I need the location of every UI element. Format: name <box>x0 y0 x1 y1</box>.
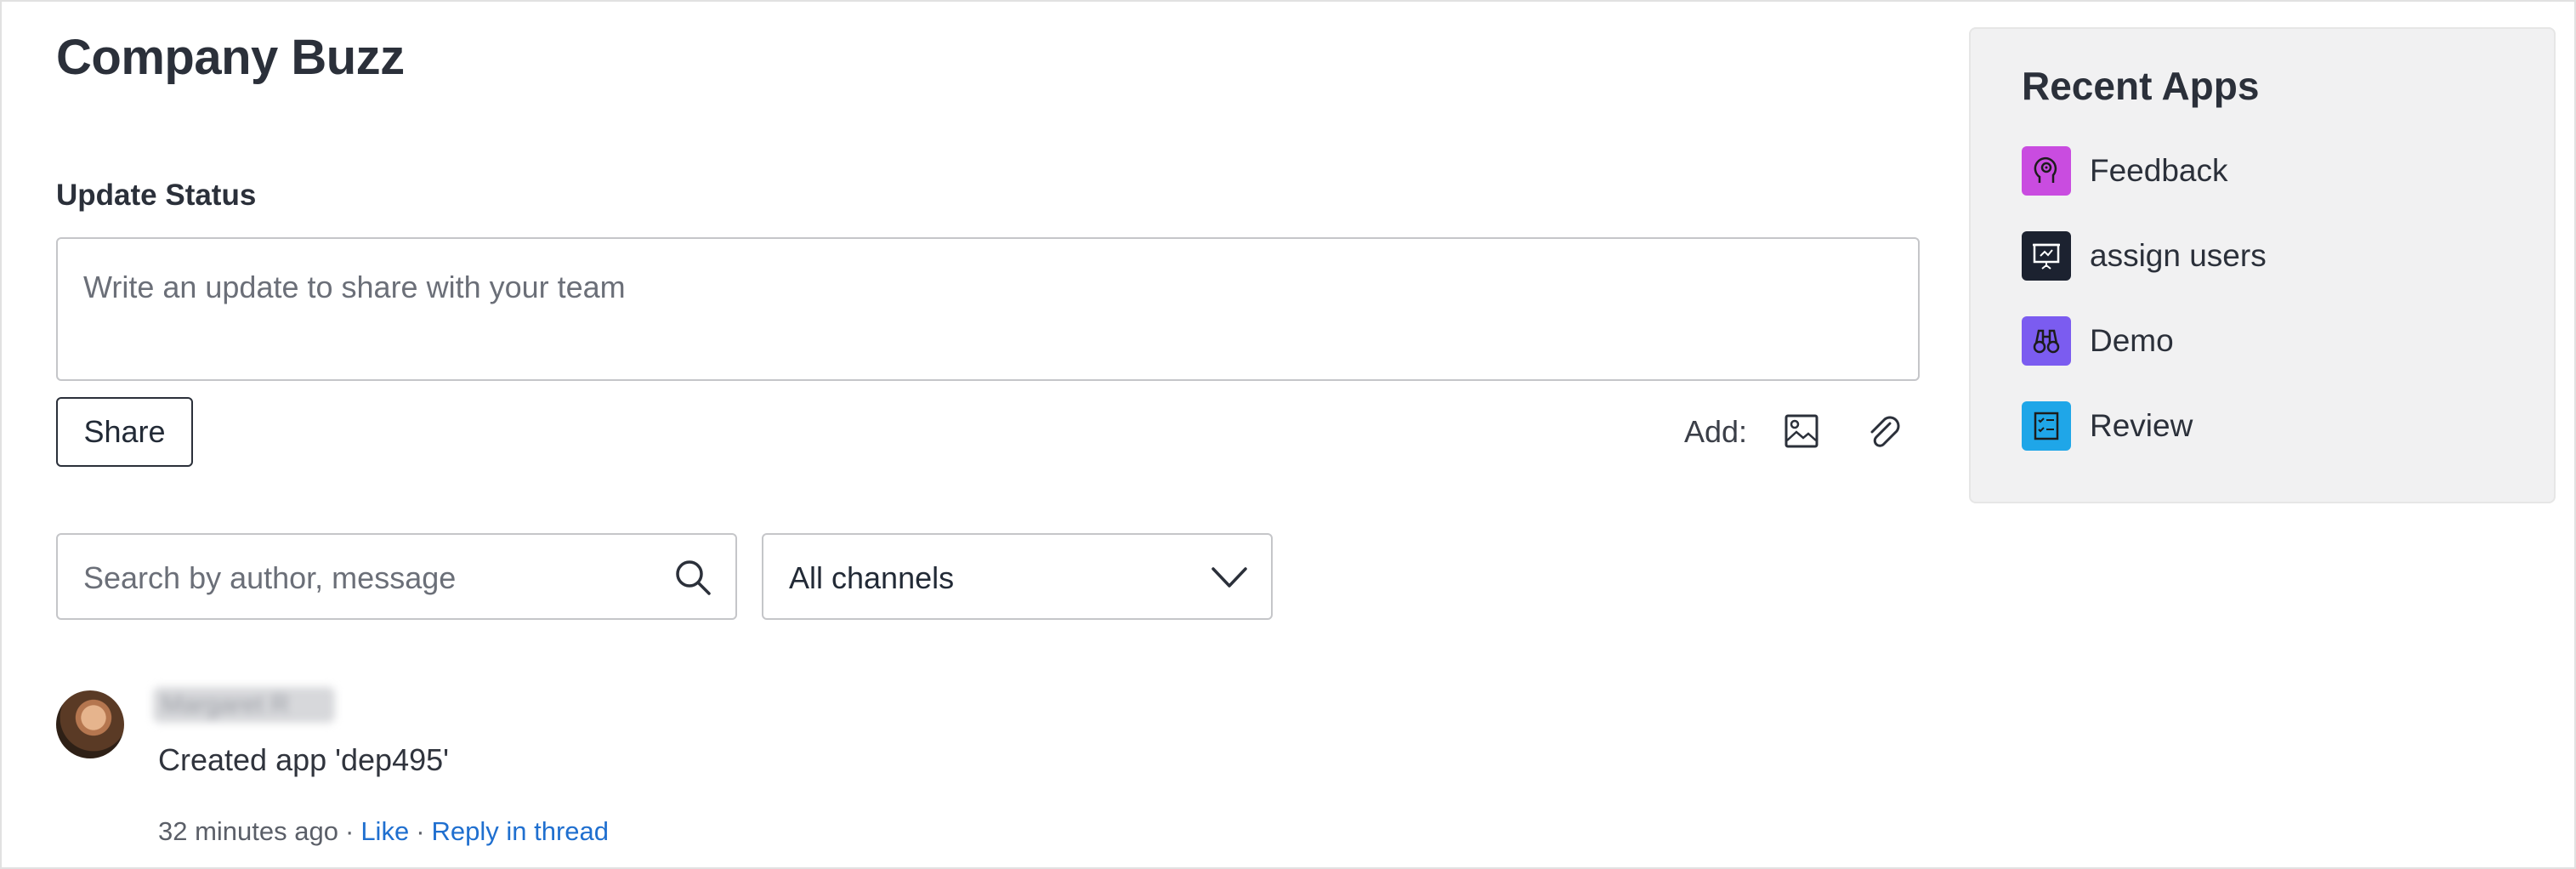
recent-app-feedback[interactable]: Feedback <box>2022 146 2228 196</box>
update-status-placeholder: Write an update to share with your team <box>83 270 626 304</box>
binoculars-icon <box>2022 316 2071 366</box>
like-link[interactable]: Like <box>360 816 409 846</box>
recent-app-label: Demo <box>2090 323 2174 358</box>
search-icon[interactable] <box>672 557 713 598</box>
post-time: 32 minutes ago <box>158 816 338 846</box>
reply-in-thread-link[interactable]: Reply in thread <box>432 816 610 846</box>
chevron-down-icon <box>1210 560 1249 594</box>
share-button[interactable]: Share <box>56 397 193 467</box>
add-image-icon[interactable] <box>1782 412 1821 451</box>
channel-select-value: All channels <box>789 560 955 595</box>
attachment-icon[interactable] <box>1864 412 1905 452</box>
checklist-icon <box>2022 401 2071 451</box>
post-text: Created app 'dep495' <box>158 742 450 777</box>
recent-app-label: Review <box>2090 408 2193 443</box>
page-title: Company Buzz <box>56 30 405 85</box>
recent-app-review[interactable]: Review <box>2022 401 2193 451</box>
head-gear-icon <box>2022 146 2071 196</box>
recent-app-label: Feedback <box>2090 153 2228 188</box>
channel-select[interactable]: All channels <box>762 533 1273 620</box>
recent-app-demo[interactable]: Demo <box>2022 316 2174 366</box>
search-input[interactable]: Search by author, message <box>56 533 737 620</box>
meta-separator: · <box>344 816 355 846</box>
meta-separator: · <box>416 816 425 846</box>
recent-app-assign-users[interactable]: assign users <box>2022 231 2267 281</box>
recent-app-label: assign users <box>2090 238 2267 273</box>
search-placeholder: Search by author, message <box>83 560 457 595</box>
recent-apps-panel: Recent Apps Feedback assign users Demo R… <box>1969 27 2556 503</box>
author-name[interactable]: Margaret R <box>153 687 335 723</box>
post-meta: 32 minutes ago · Like · Reply in thread <box>158 816 609 847</box>
avatar[interactable] <box>56 690 124 758</box>
update-status-label: Update Status <box>56 179 257 212</box>
recent-apps-title: Recent Apps <box>2022 64 2260 108</box>
presentation-icon <box>2022 231 2071 281</box>
update-status-input[interactable]: Write an update to share with your team <box>56 237 1920 381</box>
add-label: Add: <box>1684 414 1748 449</box>
